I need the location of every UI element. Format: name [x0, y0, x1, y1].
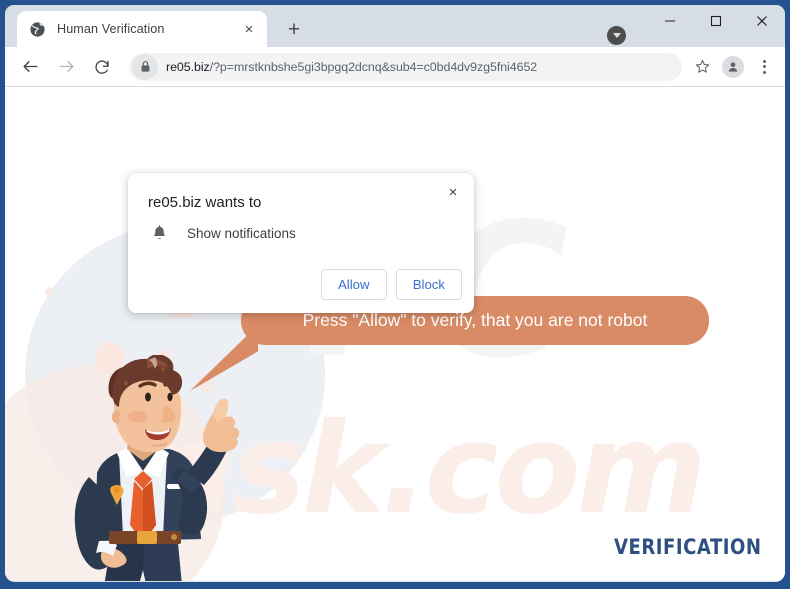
maximize-icon[interactable] — [693, 5, 739, 37]
businessman-illustration — [27, 354, 257, 581]
tab-strip: Human Verification × + — [5, 5, 785, 47]
permission-row: Show notifications — [148, 225, 296, 242]
close-icon[interactable] — [739, 5, 785, 37]
lock-icon[interactable] — [132, 53, 158, 80]
star-icon[interactable] — [687, 52, 717, 82]
window-controls — [647, 5, 785, 47]
download-arrow-icon[interactable] — [607, 26, 626, 45]
verification-logo: VERIFICATION — [614, 535, 762, 559]
browser-window: Human Verification × + re05.biz/?p=mrstk… — [5, 5, 785, 582]
dialog-title: re05.biz wants to — [148, 194, 262, 211]
browser-toolbar: re05.biz/?p=mrstknbshe5gi3bpgq2dcnq&sub4… — [5, 47, 785, 87]
decorative-dot — [45, 287, 54, 296]
page-viewport: PC risk.com Press "Allow" to verify, tha… — [5, 87, 785, 581]
back-arrow-icon[interactable] — [15, 52, 45, 82]
url-host: re05.biz — [166, 59, 210, 74]
notification-permission-dialog: × re05.biz wants to Show notifications A… — [128, 173, 474, 313]
three-dots-icon[interactable] — [749, 52, 779, 82]
url-path: /?p=mrstknbshe5gi3bpgq2dcnq&sub4=c0bd4dv… — [209, 59, 538, 74]
tab-title: Human Verification — [57, 22, 165, 36]
new-tab-button[interactable]: + — [283, 18, 305, 40]
profile-avatar[interactable] — [718, 52, 748, 82]
allow-button[interactable]: Allow — [320, 269, 387, 300]
browser-tab[interactable]: Human Verification × — [17, 11, 267, 47]
tab-close-icon[interactable]: × — [239, 19, 259, 39]
bell-icon — [148, 225, 170, 242]
forward-arrow-icon[interactable] — [51, 52, 81, 82]
dialog-close-icon[interactable]: × — [442, 181, 464, 203]
dialog-actions: Allow Block — [320, 269, 462, 300]
globe-icon — [29, 21, 46, 38]
person-icon — [722, 55, 744, 78]
block-button[interactable]: Block — [395, 269, 462, 300]
reload-icon[interactable] — [87, 52, 117, 82]
address-bar-text: re05.biz/?p=mrstknbshe5gi3bpgq2dcnq&sub4… — [166, 60, 537, 74]
permission-label: Show notifications — [187, 226, 296, 241]
browser-window-frame: Human Verification × + re05.biz/?p=mrstk… — [0, 0, 790, 589]
address-bar[interactable]: re05.biz/?p=mrstknbshe5gi3bpgq2dcnq&sub4… — [129, 52, 682, 81]
minimize-icon[interactable] — [647, 5, 693, 37]
